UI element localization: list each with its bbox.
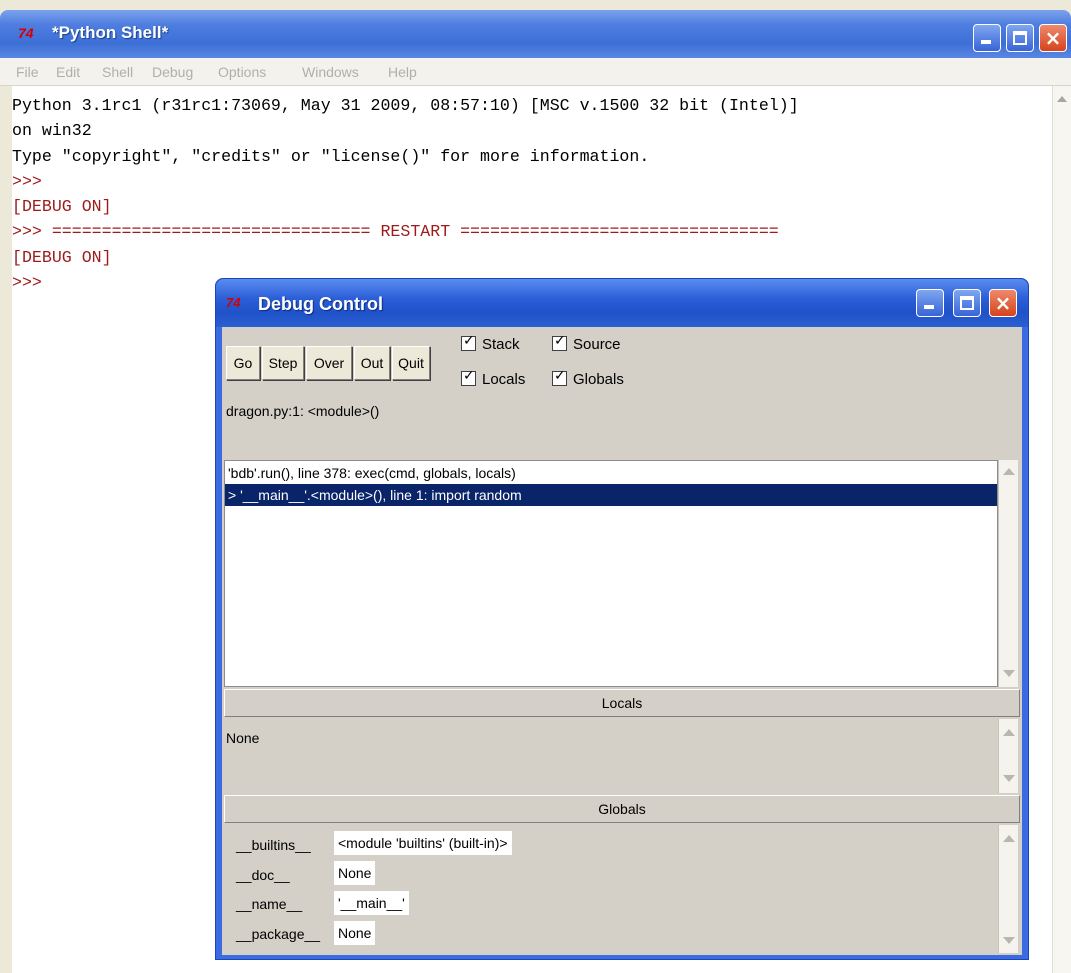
shell-window-title: *Python Shell* bbox=[52, 23, 169, 42]
shell-close-button[interactable]: × bbox=[1039, 24, 1067, 52]
stack-frame-row[interactable]: 'bdb'.run(), line 378: exec(cmd, globals… bbox=[225, 462, 516, 484]
shell-prompt-line: >>> bbox=[12, 273, 52, 292]
minimize-icon bbox=[981, 40, 991, 44]
shell-output-line: Python 3.1rc1 (r31rc1:73069, May 31 2009… bbox=[12, 96, 799, 115]
over-button[interactable]: Over bbox=[306, 346, 352, 380]
global-name: __package__ bbox=[236, 926, 321, 942]
close-icon: × bbox=[1044, 26, 1062, 50]
stack-checkbox[interactable]: Stack bbox=[461, 333, 520, 353]
scroll-up-arrow-icon[interactable] bbox=[1003, 835, 1015, 842]
stack-scrollbar[interactable] bbox=[998, 460, 1018, 687]
shell-minimize-button[interactable] bbox=[973, 24, 1001, 52]
global-name: __doc__ bbox=[236, 867, 290, 883]
maximize-icon bbox=[1013, 31, 1027, 45]
locals-checkbox-label: Locals bbox=[482, 371, 526, 388]
scroll-down-arrow-icon[interactable] bbox=[1003, 775, 1015, 782]
checkmark-icon bbox=[552, 333, 567, 351]
globals-scrollbar[interactable] bbox=[998, 825, 1018, 953]
globals-checkbox-label: Globals bbox=[573, 371, 624, 388]
scroll-up-arrow-icon[interactable] bbox=[1057, 96, 1067, 102]
global-value[interactable]: '__main__' bbox=[334, 891, 409, 915]
menu-shell[interactable]: Shell bbox=[102, 64, 133, 80]
debug-status-line: dragon.py:1: <module>() bbox=[226, 403, 380, 419]
shell-debug-line: [DEBUG ON] bbox=[12, 248, 112, 267]
global-name: __name__ bbox=[236, 896, 303, 912]
debug-body: Go Step Over Out Quit Stack Source Local… bbox=[222, 327, 1022, 955]
shell-output-line: Type "copyright", "credits" or "license(… bbox=[12, 147, 650, 166]
stack-list[interactable]: 'bdb'.run(), line 378: exec(cmd, globals… bbox=[224, 460, 998, 687]
menu-file[interactable]: File bbox=[16, 64, 39, 80]
close-icon: × bbox=[994, 291, 1012, 315]
stack-frame-row-selected[interactable]: > '__main__'.<module>(), line 1: import … bbox=[225, 484, 997, 506]
menu-options[interactable]: Options bbox=[218, 64, 266, 80]
debug-maximize-button[interactable] bbox=[953, 289, 981, 317]
locals-value: None bbox=[226, 730, 260, 746]
idle-logo-icon: 74 bbox=[18, 25, 34, 41]
source-checkbox-label: Source bbox=[573, 336, 621, 353]
shell-prompt-line: >>> bbox=[12, 172, 52, 191]
locals-checkbox[interactable]: Locals bbox=[461, 368, 526, 388]
source-checkbox[interactable]: Source bbox=[552, 333, 621, 353]
locals-header: Locals bbox=[224, 689, 1020, 717]
global-value[interactable]: None bbox=[334, 921, 376, 945]
debug-control-window: 74 Debug Control × Go Step Over Out Quit… bbox=[215, 278, 1029, 960]
out-button[interactable]: Out bbox=[354, 346, 390, 380]
checkmark-icon bbox=[552, 368, 567, 386]
checkmark-icon bbox=[461, 368, 476, 386]
debug-title-bar[interactable]: 74 Debug Control × bbox=[216, 279, 1028, 327]
step-button[interactable]: Step bbox=[262, 346, 304, 380]
shell-debug-line: [DEBUG ON] bbox=[12, 197, 112, 216]
locals-scrollbar[interactable] bbox=[998, 719, 1018, 793]
menu-debug[interactable]: Debug bbox=[152, 64, 193, 80]
scroll-down-arrow-icon[interactable] bbox=[1003, 937, 1015, 944]
quit-button[interactable]: Quit bbox=[392, 346, 430, 380]
checkmark-icon bbox=[461, 333, 476, 351]
shell-title-bar[interactable]: 74 *Python Shell* × bbox=[0, 10, 1071, 58]
menu-help[interactable]: Help bbox=[388, 64, 417, 80]
shell-output-line: on win32 bbox=[12, 121, 92, 140]
debug-minimize-button[interactable] bbox=[916, 289, 944, 317]
menu-windows[interactable]: Windows bbox=[302, 64, 359, 80]
go-button[interactable]: Go bbox=[226, 346, 260, 380]
shell-menubar: File Edit Shell Debug Options Windows He… bbox=[0, 58, 1071, 86]
maximize-icon bbox=[960, 296, 974, 310]
global-name: __builtins__ bbox=[236, 837, 311, 853]
stack-checkbox-label: Stack bbox=[482, 336, 520, 353]
idle-logo-icon: 74 bbox=[226, 295, 241, 310]
shell-scrollbar[interactable] bbox=[1052, 86, 1071, 973]
scroll-up-arrow-icon[interactable] bbox=[1003, 468, 1015, 475]
menu-edit[interactable]: Edit bbox=[56, 64, 80, 80]
shell-restart-line: >>> ================================ RES… bbox=[12, 222, 779, 241]
globals-header: Globals bbox=[224, 795, 1020, 823]
shell-maximize-button[interactable] bbox=[1006, 24, 1034, 52]
globals-checkbox[interactable]: Globals bbox=[552, 368, 624, 388]
minimize-icon bbox=[924, 305, 934, 309]
scroll-up-arrow-icon[interactable] bbox=[1003, 729, 1015, 736]
scroll-down-arrow-icon[interactable] bbox=[1003, 670, 1015, 677]
global-value[interactable]: <module 'builtins' (built-in)> bbox=[334, 831, 512, 855]
debug-window-title: Debug Control bbox=[258, 294, 383, 314]
debug-close-button[interactable]: × bbox=[989, 289, 1017, 317]
global-value[interactable]: None bbox=[334, 861, 376, 885]
